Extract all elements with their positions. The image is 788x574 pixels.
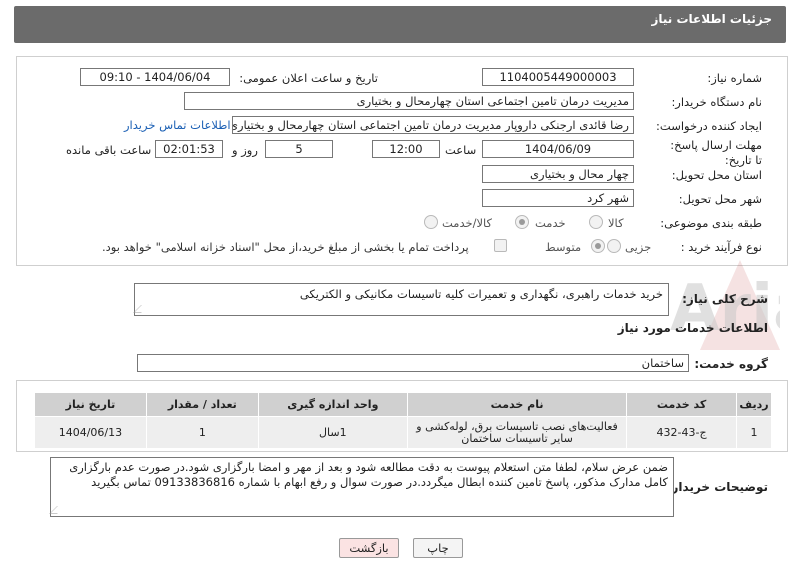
delivery-city-label: شهر محل تحویل: xyxy=(678,192,762,206)
buyer-notes-label: توضیحات خریدار: xyxy=(666,480,768,494)
buyer-org-label: نام دستگاه خریدار: xyxy=(671,95,762,109)
cell-need-date: 1404/06/13 xyxy=(34,416,147,449)
purchase-type-minor-label: جزیی xyxy=(625,240,652,254)
resize-grip-icon[interactable] xyxy=(133,305,149,313)
service-group-label: گروه خدمت: xyxy=(694,357,768,371)
deadline-time-label: ساعت xyxy=(445,143,477,157)
need-number-field[interactable]: 1104005449000003 xyxy=(482,68,634,86)
cell-unit: 1سال xyxy=(257,416,408,449)
col-header-need-date: تاریخ نیاز xyxy=(34,392,147,417)
purchase-type-label: نوع فرآیند خرید : xyxy=(680,240,762,254)
category-goods-radio[interactable] xyxy=(589,215,603,229)
days-remaining-field[interactable]: 5 xyxy=(265,140,333,158)
delivery-province-label: استان محل تحویل: xyxy=(671,168,762,182)
treasury-checkbox[interactable] xyxy=(494,239,507,252)
delivery-city-field[interactable]: شهر کرد xyxy=(482,189,634,207)
col-header-service-name: نام خدمت xyxy=(406,392,628,417)
buyer-notes-textarea[interactable]: ضمن عرض سلام، لطفا متن استعلام پیوست به … xyxy=(49,457,674,517)
description-textarea[interactable]: خرید خدمات راهبری، نگهداری و تعمیرات کلی… xyxy=(133,283,669,316)
category-option-goods-label: کالا xyxy=(608,216,624,230)
description-label: شرح کلی نیاز: xyxy=(682,292,768,306)
announce-datetime-label: تاریخ و ساعت اعلان عمومی: xyxy=(239,71,378,85)
cell-row-number: 1 xyxy=(735,416,773,449)
category-service-radio[interactable] xyxy=(515,215,529,229)
time-remaining-label: ساعت باقی مانده xyxy=(66,143,152,157)
announce-datetime-field[interactable]: 1404/06/04 - 09:10 xyxy=(80,68,230,86)
page-title: جزئیات اطلاعات نیاز xyxy=(651,12,772,26)
buyer-contact-link[interactable]: اطلاعات تماس خریدار xyxy=(124,118,231,132)
deadline-time-field[interactable]: 12:00 xyxy=(372,140,440,158)
purchase-type-medium-label: متوسط xyxy=(545,240,582,254)
cell-service-code: ج-43-432 xyxy=(626,416,737,449)
buyer-org-field[interactable]: مدیریت درمان تامین اجتماعی استان چهارمحا… xyxy=(184,92,634,110)
print-button[interactable]: چاپ xyxy=(413,538,463,558)
category-option-service-label: خدمت xyxy=(535,216,566,230)
delivery-province-field[interactable]: چهار محال و بختیاری xyxy=(482,165,634,183)
purchase-type-minor-radio[interactable] xyxy=(607,239,621,253)
category-option-both-label: کالا/خدمت xyxy=(442,216,493,230)
treasury-note: پرداخت تمام یا بخشی از مبلغ خرید،از محل … xyxy=(102,240,469,254)
category-both-radio[interactable] xyxy=(424,215,438,229)
cell-service-name: فعالیت‌های نصب تاسیسات برق، لوله‌کشی و س… xyxy=(406,416,628,449)
cell-quantity: 1 xyxy=(145,416,259,449)
services-section-title: اطلاعات خدمات مورد نیاز xyxy=(617,321,768,335)
service-group-field[interactable]: ساختمان xyxy=(137,354,689,372)
table-row[interactable]: 1 ج-43-432 فعالیت‌های نصب تاسیسات برق، ل… xyxy=(34,416,773,449)
col-header-unit: واحد اندازه گیری xyxy=(257,392,408,417)
services-table: ردیف کد خدمت نام خدمت واحد اندازه گیری ت… xyxy=(34,392,773,449)
requester-label: ایجاد کننده درخواست: xyxy=(656,119,762,133)
days-label: روز و xyxy=(232,143,258,157)
col-header-quantity: تعداد / مقدار xyxy=(145,392,259,417)
deadline-date-field[interactable]: 1404/06/09 xyxy=(482,140,634,158)
resize-grip-icon[interactable] xyxy=(49,506,65,514)
category-label: طبقه بندی موضوعی: xyxy=(660,216,762,230)
purchase-type-medium-radio[interactable] xyxy=(591,239,605,253)
need-number-label: شماره نیاز: xyxy=(707,71,762,85)
description-text: خرید خدمات راهبری، نگهداری و تعمیرات کلی… xyxy=(299,287,663,301)
back-button[interactable]: بازگشت xyxy=(339,538,399,558)
col-header-service-code: کد خدمت xyxy=(626,392,737,417)
deadline-label: مهلت ارسال پاسخ: تا تاریخ: xyxy=(670,138,762,167)
buyer-notes-text: ضمن عرض سلام، لطفا متن استعلام پیوست به … xyxy=(69,460,668,489)
time-remaining-field[interactable]: 02:01:53 xyxy=(155,140,223,158)
requester-field[interactable]: رضا قائدی ارجنکی داروپار مدیریت درمان تا… xyxy=(232,116,634,134)
col-header-row-number: ردیف xyxy=(735,392,773,417)
table-header-row: ردیف کد خدمت نام خدمت واحد اندازه گیری ت… xyxy=(34,392,773,417)
